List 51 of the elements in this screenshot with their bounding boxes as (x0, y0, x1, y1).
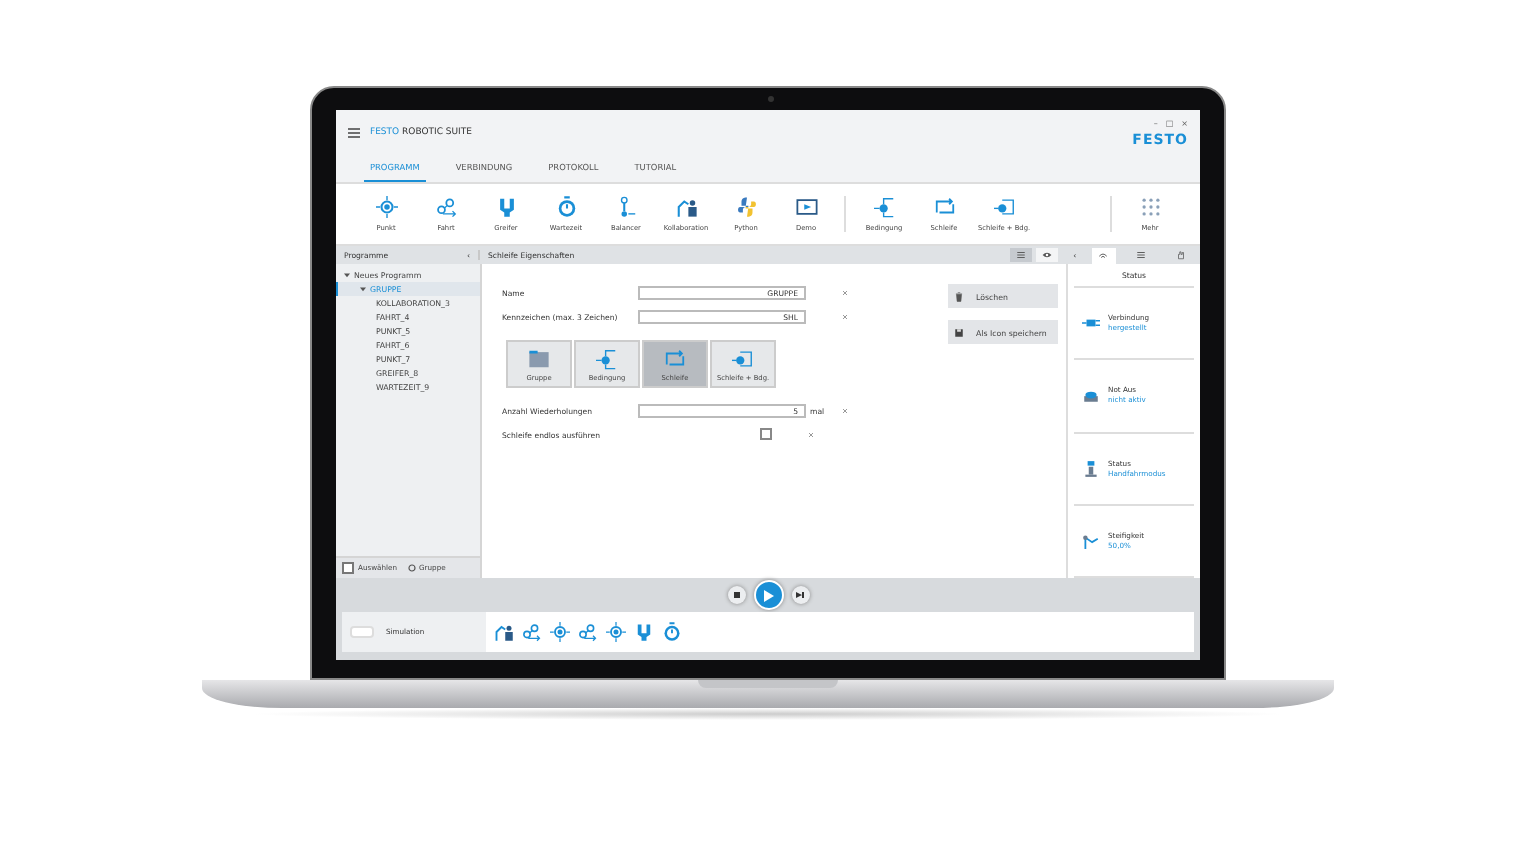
view-mode-button[interactable] (1010, 248, 1032, 262)
person-robot-icon[interactable] (675, 196, 697, 218)
balancer-icon[interactable] (615, 196, 637, 218)
step-button[interactable] (791, 586, 809, 604)
eye-icon (1042, 250, 1052, 260)
loop-node-icon[interactable] (993, 196, 1015, 218)
person-robot-icon[interactable] (494, 622, 514, 642)
dots-grid-icon[interactable] (1139, 196, 1161, 218)
folder-icon (528, 348, 550, 370)
camera-dot (768, 96, 774, 102)
floppy-icon (954, 327, 964, 337)
trash-icon (954, 291, 964, 301)
crosshair-icon[interactable] (375, 196, 397, 218)
clear-icon[interactable] (842, 407, 848, 413)
gripper-icon[interactable] (495, 196, 517, 218)
loop-node-icon (732, 348, 754, 370)
stopwatch-icon[interactable] (662, 622, 682, 642)
crosshair-icon[interactable] (606, 622, 626, 642)
stopwatch-icon[interactable] (555, 196, 577, 218)
status-tab[interactable] (1091, 247, 1116, 263)
menu-icon[interactable] (348, 127, 360, 137)
gripper-icon[interactable] (634, 622, 654, 642)
list-icon (1136, 250, 1147, 260)
list-icon (1016, 250, 1026, 260)
view-mode-button[interactable] (1036, 248, 1058, 262)
checkbox[interactable] (760, 428, 772, 440)
clear-icon[interactable] (842, 289, 848, 295)
laptop-notch (698, 680, 838, 688)
robot-icon (1082, 459, 1100, 478)
play-icon (762, 589, 774, 601)
loop-arrow-icon[interactable] (933, 196, 955, 218)
robot-arm-icon (1082, 531, 1100, 550)
clear-icon[interactable] (842, 313, 848, 319)
step-icon (796, 592, 804, 598)
clear-icon[interactable] (808, 431, 814, 437)
stop-icon (733, 592, 739, 598)
snake-logo-icon[interactable] (735, 196, 757, 218)
caret-down-icon[interactable] (360, 286, 366, 292)
path-arrow-icon[interactable] (578, 622, 598, 642)
crosshair-icon[interactable] (550, 622, 570, 642)
stop-button[interactable] (727, 586, 745, 604)
simulation-toggle[interactable] (350, 626, 374, 638)
video-icon[interactable] (795, 196, 817, 218)
emergency-stop-icon (1082, 386, 1100, 405)
signal-icon (1098, 250, 1109, 260)
path-arrow-icon[interactable] (522, 622, 542, 642)
path-arrow-icon[interactable] (435, 196, 457, 218)
branch-node-icon[interactable] (873, 196, 895, 218)
caret-down-icon[interactable] (344, 272, 350, 278)
loop-arrow-icon (664, 348, 686, 370)
branch-node-icon (596, 348, 618, 370)
